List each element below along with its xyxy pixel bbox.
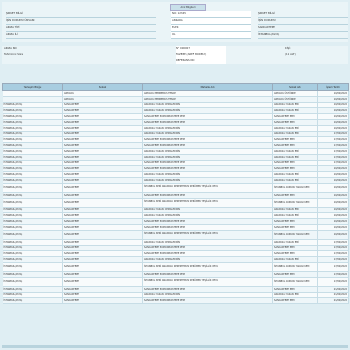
column-header[interactable]: İşlem Tarihi [317,83,349,91]
table-cell: İSTANBUL AVRUPA YAKASI KEM [272,230,318,240]
header-mid-field[interactable]: ANKARA [171,18,251,25]
table-cell: İSTANBUL AVRUPA YAKASI KEM [272,198,318,208]
column-header[interactable]: Yerleşim Bloğu [2,83,63,91]
table-body: ANTALYA ANTALYA PEMBEMUS FENCE ANTALYA ÜST… [2,90,349,305]
table-cell: SANCAKTEPE [62,277,143,287]
table-cell: 10/09/2022 [317,183,349,193]
table-cell: SANCAKTEPE [62,183,143,193]
table-cell: İSTANBUL(ASYA) [2,262,63,272]
header-left-column: ŞIRKET BİLGİ İŞİN DURUMU ÜNVANI ARIZA Tİ… [6,11,156,39]
footer-bar [2,345,348,348]
header-right-field: ŞIRKET BİLGİ [258,11,348,18]
table-cell: SANCAKTEPE [62,230,143,240]
table-row[interactable]: İSTANBUL(ASYA) SANCAKTEPE SANCAKTEPE POMOD… [2,297,349,305]
table-cell: 10/09/2022 [317,230,349,240]
header-right-column: ŞIRKET BİLGİ İŞİN DURUMU SANCAKTEPE İSTA… [258,11,348,39]
table-cell: SANCAKTEPE [62,262,143,272]
meta-row: REFERANS NO [2,58,348,64]
table-row[interactable]: İSTANBUL(ASYA) SANCAKTEPE İSTANBUL SERİ AN… [2,262,349,272]
column-header[interactable]: Sokak [62,83,143,91]
header-right-field: İSTANBUL(ASYA) [258,32,348,39]
table-cell: 10/09/2022 [317,198,349,208]
panel-title: Arız Bilgileri [170,4,206,11]
table-cell: SANCAKTEPE [62,297,143,305]
table-cell: İSTANBUL AVRUPA YAKASI KEM [272,183,318,193]
header-mid-field[interactable]: OL [171,32,251,39]
table-cell: İSTANBUL(ASYA) [2,198,63,208]
table-cell: İSTANBUL(ASYA) [2,183,63,193]
table-row[interactable]: İSTANBUL(ASYA) SANCAKTEPE İSTANBUL SERİ AN… [2,277,349,287]
table-cell: 17/09/2022 [317,277,349,287]
meta-panel: ARIZA NO N° 000007 KİŞİ: Tahminini Süre … [2,46,348,64]
table-row[interactable]: İSTANBUL(ASYA) SANCAKTEPE İSTANBUL SERİ AN… [2,230,349,240]
table-cell: İSTANBUL SERİ ANADOLU KEKEKTEMUS SERÜMEK… [142,277,273,287]
header-left-field: ARIZA İLİ [6,32,156,39]
table-cell: SANCAKTEPE POMODIEASTEPE PEM [142,297,273,305]
table-cell: İSTANBUL SERİ ANADOLU KEKEKTEMUS SERÜMEK… [142,230,273,240]
header-mid-field[interactable]: NO: 12345 [171,11,251,18]
column-header[interactable]: Mahalle Adı [142,83,273,91]
table-row[interactable]: İSTANBUL(ASYA) SANCAKTEPE İSTANBUL SERİ AN… [2,183,349,193]
header-mid-column: NO: 12345 ANKARA ELEK OL [171,11,251,39]
table-row[interactable]: İSTANBUL(ASYA) SANCAKTEPE İSTANBUL SERİ AN… [2,198,349,208]
table-cell: İSTANBUL SERİ ANADOLU KEKEKTEMUS SERÜMEK… [142,198,273,208]
table-cell: SANCAKTEPE PEM [272,297,318,305]
column-header[interactable]: Sokak Adı [272,83,318,91]
info-panel: Arız Bilgileri ŞIRKET BİLGİ İŞİN DURUMU … [2,2,348,42]
table-cell: İSTANBUL AVRUPA YAKASI KEM [272,277,318,287]
table-cell: 17/09/2022 [317,262,349,272]
table-cell: SANCAKTEPE [62,198,143,208]
header-mid-field[interactable]: ELEK [171,25,251,32]
table-header-row: Yerleşim Bloğu Sokak Mahalle Adı Sokak A… [2,83,349,91]
table-cell: İSTANBUL AVRUPA YAKASI KEM [272,262,318,272]
report-page: Arız Bilgileri ŞIRKET BİLGİ İŞİN DURUMU … [0,0,350,350]
header-right-field: SANCAKTEPE [258,25,348,32]
header-left-field: ŞIRKET BİLGİ [6,11,156,18]
table-cell: İSTANBUL SERİ ANADOLU KEKEKTEMUS SERÜMEK… [142,183,273,193]
header-left-field: İŞİN DURUMU ÜNVANI [6,18,156,25]
table-cell: İSTANBUL SERİ ANADOLU KEKEKTEMUS SERÜMEK… [142,262,273,272]
records-table: Yerleşim Bloğu Sokak Mahalle Adı Sokak A… [2,83,349,305]
header-right-field: İŞİN DURUMU [258,18,348,25]
table-cell: İSTANBUL(ASYA) [2,297,63,305]
table-cell: 21/09/2022 [317,297,349,305]
header-left-field: ARIZA TİPİ [6,25,156,32]
meta-value[interactable]: REFERANS NO [176,58,226,64]
table-cell: İSTANBUL(ASYA) [2,230,63,240]
table-cell: İSTANBUL(ASYA) [2,277,63,287]
